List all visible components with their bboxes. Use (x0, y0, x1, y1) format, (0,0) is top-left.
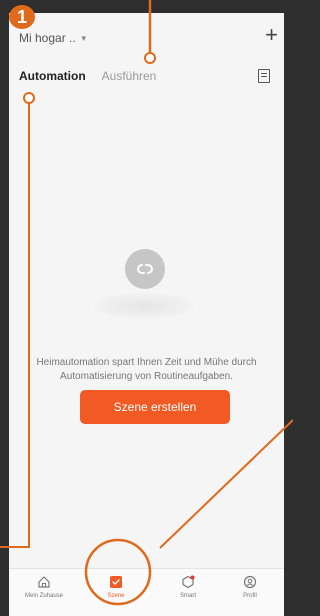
nav-item-scene[interactable]: Szene (86, 575, 146, 599)
nav-label-smart: Smart (179, 593, 196, 599)
illustration-shadow (94, 293, 194, 319)
chevron-down-icon: ▼ (79, 33, 88, 43)
app-screen: Mi hogar .. ▼ + Automation Ausführen Hei… (9, 13, 284, 616)
empty-state-description: Heimautomation spart Ihnen Zeit und Mühe… (36, 357, 257, 382)
empty-state-illustration (94, 245, 194, 325)
nav-label-profile: Profil (243, 593, 257, 599)
profile-icon (243, 575, 257, 589)
top-bar: Mi hogar .. ▼ + (9, 13, 284, 61)
nav-item-profile[interactable]: Profil (220, 575, 280, 599)
step-badge: 1 (9, 5, 35, 29)
tab-ausfuehren[interactable]: Ausführen (102, 69, 157, 83)
log-icon[interactable] (258, 69, 270, 83)
nav-label-scene: Szene (107, 593, 125, 599)
smart-icon (182, 575, 195, 589)
nav-label-home: Mein Zuhause (24, 593, 64, 599)
nav-item-smart[interactable]: Smart (158, 575, 218, 599)
home-name: Mi hogar .. (19, 31, 76, 45)
create-scene-button[interactable]: Szene erstellen (80, 390, 230, 424)
tab-automation[interactable]: Automation (19, 69, 86, 83)
home-selector[interactable]: Mi hogar .. ▼ (19, 31, 88, 45)
home-icon (38, 576, 50, 588)
nav-item-home[interactable]: Mein Zuhause (14, 575, 74, 599)
bottom-navigation: Mein Zuhause Szene Smart Profil (9, 568, 284, 616)
scene-icon (110, 576, 122, 588)
add-button[interactable]: + (265, 23, 278, 47)
scene-tabs: Automation Ausführen (19, 69, 156, 83)
link-icon (125, 249, 165, 289)
